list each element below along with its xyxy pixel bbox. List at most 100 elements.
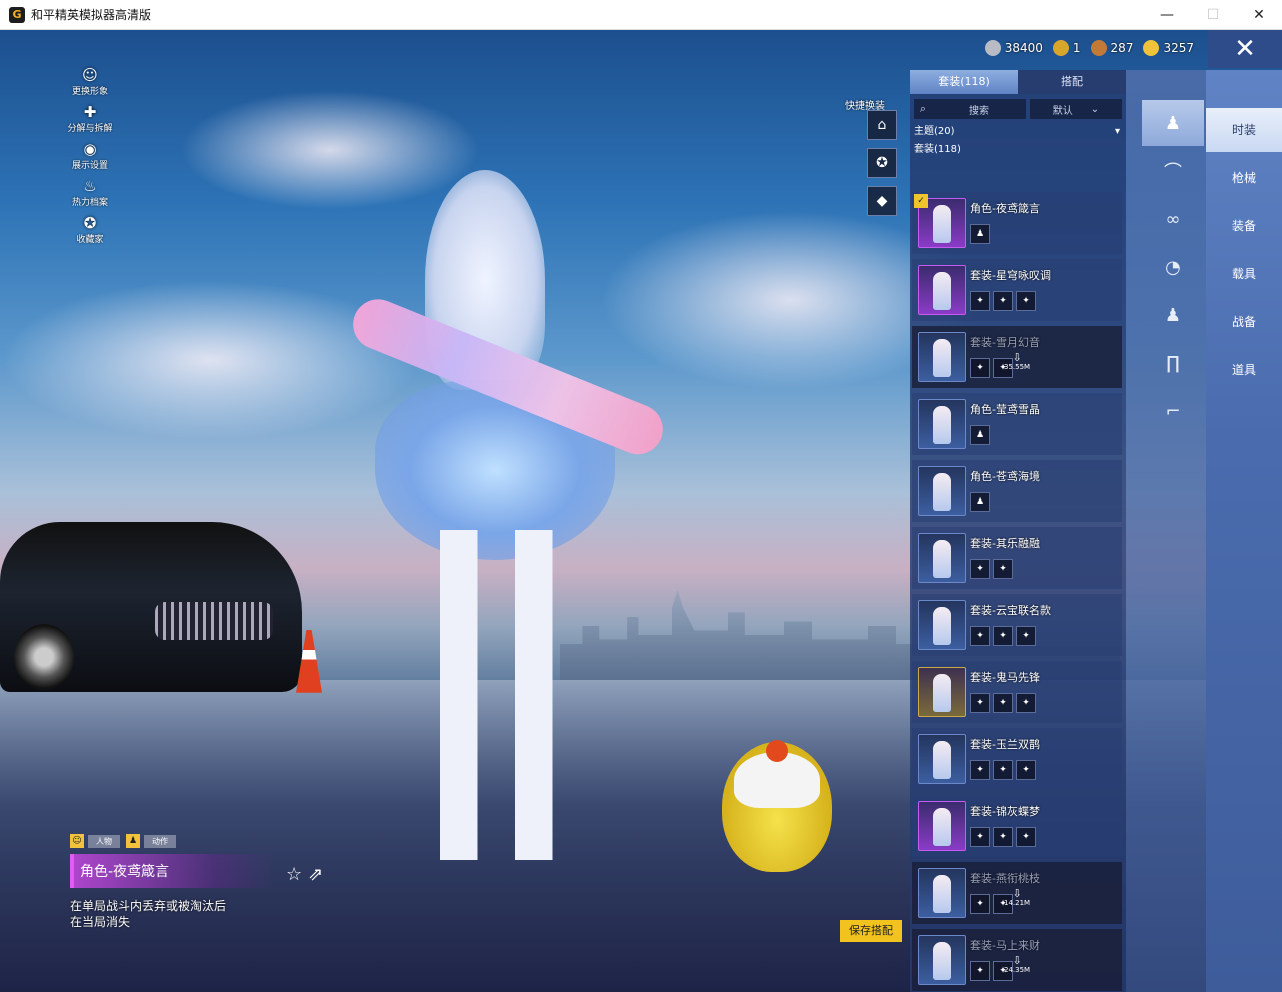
outfit-card[interactable]: 套装-其乐融融 ✦ ✦ bbox=[912, 527, 1122, 589]
outfit-card[interactable]: 角色-苍鸢海境 ♟ bbox=[912, 460, 1122, 522]
part-icon[interactable]: ✦ bbox=[970, 760, 990, 780]
chick-comb bbox=[766, 740, 788, 762]
download-icon: ⇩ bbox=[1012, 887, 1022, 900]
part-icon[interactable]: ✦ bbox=[993, 626, 1013, 646]
part-icon[interactable]: ✦ bbox=[970, 894, 990, 914]
outfit-name: 角色-莹鸢雪晶 bbox=[970, 403, 1040, 416]
part-icon[interactable]: ✦ bbox=[1016, 291, 1036, 311]
part-icon[interactable]: ✦ bbox=[970, 626, 990, 646]
part-icon[interactable]: ✦ bbox=[993, 693, 1013, 713]
outfit-card[interactable]: 套装-锦灰蝶梦 ✦ ✦ ✦ bbox=[912, 795, 1122, 857]
category-fashion[interactable]: 时装 bbox=[1206, 108, 1282, 152]
currency-value: 287 bbox=[1110, 41, 1134, 55]
dropdown-arrow-icon: ▾ bbox=[1114, 126, 1120, 137]
character-model[interactable] bbox=[345, 160, 671, 880]
outfit-icon[interactable]: ♟ bbox=[1142, 292, 1204, 338]
part-icon[interactable]: ✦ bbox=[970, 693, 990, 713]
currency-gold: 3257 bbox=[1143, 40, 1194, 56]
part-icon[interactable]: ✦ bbox=[993, 559, 1013, 579]
shoes-icon[interactable]: ⌐ bbox=[1142, 388, 1204, 434]
change-avatar-button[interactable]: ☺ 更换形象 bbox=[60, 66, 120, 103]
theme-filter[interactable]: 主题(20) ▾ bbox=[910, 123, 1120, 141]
wardrobe-icon[interactable]: ⌂ bbox=[867, 110, 897, 140]
favorite-star-icon[interactable]: ☆ bbox=[286, 864, 302, 885]
decompose-button[interactable]: ✚ 分解与拆解 bbox=[60, 103, 120, 140]
minimize-icon[interactable]: — bbox=[1144, 0, 1190, 30]
maximize-icon[interactable]: ☐ bbox=[1190, 0, 1236, 30]
car-wheel bbox=[14, 624, 74, 690]
outfit-name: 套装-锦灰蝶梦 bbox=[970, 805, 1040, 818]
outfit-card[interactable]: 套装-马上来财 ✦ ✦ ⇩ 24.35M bbox=[912, 929, 1122, 991]
outfit-card[interactable]: 套装-云宝联名款 ✦ ✦ ✦ bbox=[912, 594, 1122, 656]
part-icon[interactable]: ✦ bbox=[993, 760, 1013, 780]
outfit-card[interactable]: 角色-莹鸢雪晶 ♟ bbox=[912, 393, 1122, 455]
mode-person[interactable]: ☺ 人物 bbox=[70, 834, 120, 848]
outfit-card[interactable]: ✓ 角色-夜鸢箴言 ♟ bbox=[912, 192, 1122, 254]
sort-label: 默认 bbox=[1052, 105, 1073, 117]
menu-label: 分解与拆解 bbox=[67, 124, 113, 134]
part-icon[interactable]: ♟ bbox=[970, 492, 990, 512]
part-icon[interactable]: ✦ bbox=[970, 827, 990, 847]
pants-icon[interactable]: ∏ bbox=[1142, 340, 1204, 386]
outfit-card[interactable]: 套装-雪月幻音 ✦ ✦ ⇩ 35.55M bbox=[912, 326, 1122, 388]
tab-combos[interactable]: 搭配 bbox=[1018, 70, 1126, 94]
save-outfit-button[interactable]: 保存搭配 bbox=[840, 920, 902, 942]
outfit-name: 角色-苍鸢海境 bbox=[970, 470, 1040, 483]
diamond-icon[interactable]: ◆ bbox=[867, 186, 897, 216]
part-icon[interactable]: ♟ bbox=[970, 224, 990, 244]
part-icon[interactable]: ✦ bbox=[970, 358, 990, 378]
glasses-icon[interactable]: ∞ bbox=[1142, 196, 1204, 242]
left-side-menu: ☺ 更换形象 ✚ 分解与拆解 ◉ 展示设置 ♨ 热力档案 ✪ 收藏家 bbox=[60, 66, 120, 251]
search-input[interactable]: ⌕ 搜索 bbox=[914, 99, 1026, 119]
part-icon[interactable]: ✦ bbox=[1016, 693, 1036, 713]
theme-label: 主题(20) bbox=[914, 126, 955, 137]
tab-sets[interactable]: 套装(118) bbox=[910, 70, 1018, 94]
download-size: 14.21M bbox=[1004, 899, 1031, 907]
menu-label: 展示设置 bbox=[71, 161, 108, 171]
download-indicator[interactable]: ⇩ 14.21M bbox=[1004, 888, 1030, 907]
download-indicator[interactable]: ⇩ 35.55M bbox=[1004, 352, 1030, 371]
outfit-card[interactable]: 套装-燕衔桃枝 ✦ ✦ ⇩ 14.21M bbox=[912, 862, 1122, 924]
badge-icon[interactable]: ✪ bbox=[867, 148, 897, 178]
outfit-parts: ♟ bbox=[970, 224, 990, 244]
collector-button[interactable]: ✪ 收藏家 bbox=[60, 214, 120, 251]
outfit-parts: ♟ bbox=[970, 492, 990, 512]
part-icon[interactable]: ✦ bbox=[1016, 827, 1036, 847]
outfit-card[interactable]: 套装-鬼马先锋 ✦ ✦ ✦ bbox=[912, 661, 1122, 723]
outfit-card[interactable]: 套装-星穹咏叹调 ✦ ✦ ✦ bbox=[912, 259, 1122, 321]
item-name: 角色-夜鸢箴言 bbox=[80, 864, 170, 880]
part-icon[interactable]: ✦ bbox=[970, 961, 990, 981]
category-equipment[interactable]: 装备 bbox=[1206, 204, 1282, 248]
mode-action[interactable]: ♟ 动作 bbox=[126, 834, 176, 848]
heat-profile-button[interactable]: ♨ 热力档案 bbox=[60, 177, 120, 214]
outfit-thumbnail bbox=[918, 734, 966, 784]
view-modes: ☺ 人物 ♟ 动作 bbox=[70, 834, 274, 848]
outfit-name: 套装-燕衔桃枝 bbox=[970, 872, 1040, 885]
close-icon[interactable]: ✕ bbox=[1236, 0, 1282, 30]
category-supplies[interactable]: 战备 bbox=[1206, 300, 1282, 344]
window-title: 和平精英模拟器高清版 bbox=[31, 8, 152, 22]
hat-icon[interactable]: ⌒ bbox=[1142, 148, 1204, 194]
part-icon[interactable]: ✦ bbox=[1016, 626, 1036, 646]
mask-icon[interactable]: ◔ bbox=[1142, 244, 1204, 290]
sort-select[interactable]: 默认 ⌄ bbox=[1030, 99, 1122, 119]
part-icon[interactable]: ✦ bbox=[993, 291, 1013, 311]
share-icon[interactable]: ⇗ bbox=[308, 864, 323, 885]
part-icon[interactable]: ✦ bbox=[1016, 760, 1036, 780]
outfit-thumbnail bbox=[918, 600, 966, 650]
outfit-card[interactable]: 套装-玉兰双鹊 ✦ ✦ ✦ bbox=[912, 728, 1122, 790]
close-icon[interactable]: ✕ bbox=[1208, 30, 1282, 68]
download-indicator[interactable]: ⇩ 24.35M bbox=[1004, 955, 1030, 974]
part-icon[interactable]: ♟ bbox=[970, 425, 990, 445]
category-guns[interactable]: 枪械 bbox=[1206, 156, 1282, 200]
part-icon[interactable]: ✦ bbox=[970, 291, 990, 311]
part-icon[interactable]: ✦ bbox=[993, 827, 1013, 847]
currency-value: 38400 bbox=[1004, 41, 1043, 55]
display-settings-button[interactable]: ◉ 展示设置 bbox=[60, 140, 120, 177]
full-body-icon[interactable]: ♟ bbox=[1142, 100, 1204, 146]
outfit-parts: ✦ ✦ ✦ bbox=[970, 827, 1036, 847]
part-icon[interactable]: ✦ bbox=[970, 559, 990, 579]
category-items[interactable]: 道具 bbox=[1206, 348, 1282, 392]
category-nav: 时装 枪械 装备 载具 战备 道具 bbox=[1206, 70, 1282, 992]
category-vehicles[interactable]: 载具 bbox=[1206, 252, 1282, 296]
